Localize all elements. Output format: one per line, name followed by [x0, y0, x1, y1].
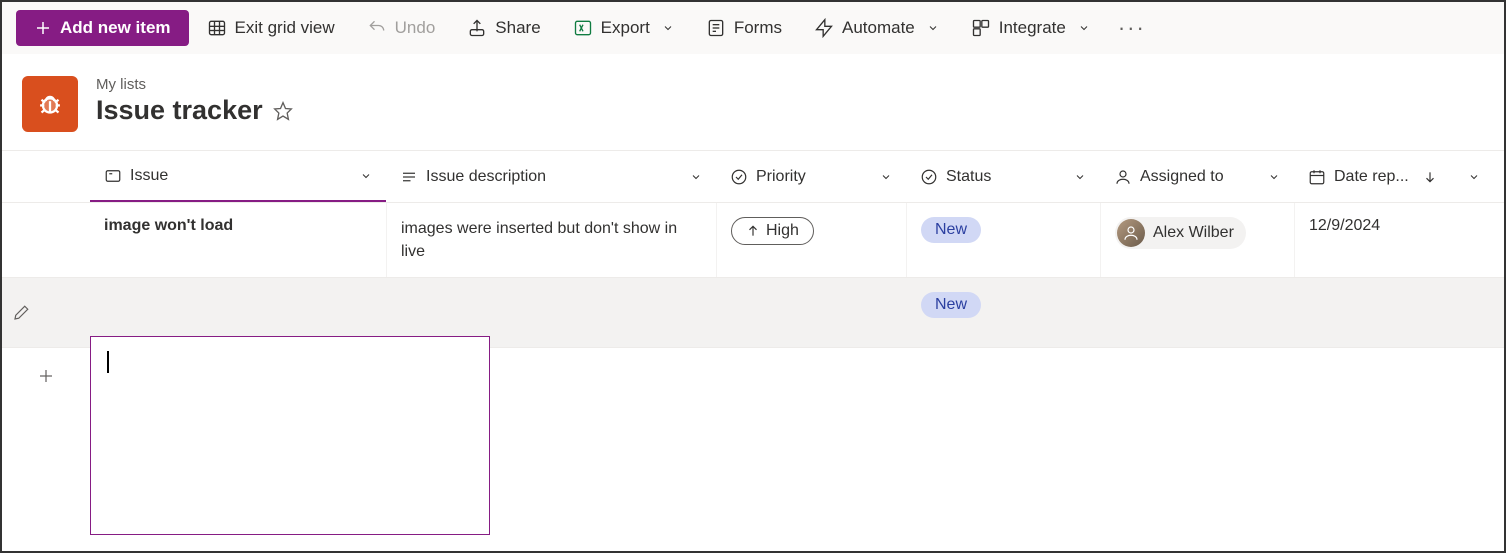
- sort-descending-icon: [1423, 170, 1437, 184]
- chevron-down-icon: [1074, 171, 1086, 183]
- title-column-icon: [104, 167, 122, 185]
- chevron-down-icon: [1078, 22, 1090, 34]
- choice-column-icon: [920, 168, 938, 186]
- column-header-priority[interactable]: Priority: [716, 151, 906, 202]
- grid-header-row: Issue Issue description Priority: [2, 150, 1504, 202]
- add-new-item-label: Add new item: [60, 18, 171, 38]
- integrate-button[interactable]: Integrate: [957, 11, 1104, 45]
- undo-button[interactable]: Undo: [353, 11, 450, 45]
- column-header-assigned[interactable]: Assigned to: [1100, 151, 1294, 202]
- assigned-name: Alex Wilber: [1153, 224, 1234, 242]
- date-column-icon: [1308, 168, 1326, 186]
- row-gutter[interactable]: [2, 278, 90, 347]
- column-header-priority-label: Priority: [756, 168, 806, 186]
- column-header-date[interactable]: Date rep...: [1294, 151, 1494, 202]
- chevron-down-icon: [1268, 171, 1280, 183]
- export-icon: [573, 18, 593, 38]
- favorite-star-button[interactable]: [273, 101, 293, 121]
- choice-column-icon: [730, 168, 748, 186]
- column-header-status[interactable]: Status: [906, 151, 1100, 202]
- forms-button[interactable]: Forms: [692, 11, 796, 45]
- plus-icon[interactable]: [37, 367, 55, 385]
- cell-assigned[interactable]: Alex Wilber: [1100, 203, 1294, 277]
- toolbar: Add new item Exit grid view Undo Share E…: [2, 2, 1504, 54]
- cell-description[interactable]: images were inserted but don't show in l…: [386, 203, 716, 277]
- priority-label: High: [766, 222, 799, 240]
- forms-icon: [706, 18, 726, 38]
- column-header-description-label: Issue description: [426, 168, 546, 186]
- row-gutter[interactable]: [2, 203, 90, 277]
- column-header-date-label: Date rep...: [1334, 168, 1409, 186]
- table-row[interactable]: image won't load images were inserted bu…: [2, 202, 1504, 277]
- column-header-issue-label: Issue: [130, 167, 168, 185]
- status-badge: New: [921, 217, 981, 243]
- gutter-header: [2, 151, 90, 202]
- undo-label: Undo: [395, 18, 436, 38]
- person-column-icon: [1114, 168, 1132, 186]
- undo-icon: [367, 18, 387, 38]
- export-button[interactable]: Export: [559, 11, 688, 45]
- avatar: [1117, 219, 1145, 247]
- more-actions-button[interactable]: ···: [1108, 11, 1156, 45]
- column-header-status-label: Status: [946, 168, 991, 186]
- share-button[interactable]: Share: [453, 11, 554, 45]
- share-icon: [467, 18, 487, 38]
- arrow-up-icon: [746, 224, 760, 238]
- cell-date[interactable]: 12/9/2024: [1294, 203, 1494, 277]
- chevron-down-icon: [880, 171, 892, 183]
- forms-label: Forms: [734, 18, 782, 38]
- automate-icon: [814, 18, 834, 38]
- exit-grid-view-label: Exit grid view: [235, 18, 335, 38]
- cell-date[interactable]: [1294, 278, 1494, 347]
- add-new-item-button[interactable]: Add new item: [16, 10, 189, 46]
- exit-grid-view-button[interactable]: Exit grid view: [193, 11, 349, 45]
- cell-status[interactable]: New: [906, 278, 1100, 347]
- grid-icon: [207, 18, 227, 38]
- automate-label: Automate: [842, 18, 915, 38]
- integrate-icon: [971, 18, 991, 38]
- column-header-issue[interactable]: Issue: [90, 151, 386, 202]
- cell-assigned[interactable]: [1100, 278, 1294, 347]
- cell-issue[interactable]: image won't load: [90, 203, 386, 277]
- list-header: My lists Issue tracker: [2, 54, 1504, 142]
- chevron-down-icon: [1468, 171, 1480, 183]
- export-label: Export: [601, 18, 650, 38]
- column-header-description[interactable]: Issue description: [386, 151, 716, 202]
- integrate-label: Integrate: [999, 18, 1066, 38]
- cell-editor[interactable]: [90, 336, 490, 535]
- cell-priority[interactable]: [716, 278, 906, 347]
- cell-status[interactable]: New: [906, 203, 1100, 277]
- chevron-down-icon: [690, 171, 702, 183]
- chevron-down-icon: [360, 170, 372, 182]
- list-bug-icon: [22, 76, 78, 132]
- person-pill: Alex Wilber: [1115, 217, 1246, 249]
- text-cursor: [107, 351, 109, 373]
- chevron-down-icon: [662, 22, 674, 34]
- automate-button[interactable]: Automate: [800, 11, 953, 45]
- column-header-assigned-label: Assigned to: [1140, 168, 1224, 186]
- chevron-down-icon: [927, 22, 939, 34]
- status-badge: New: [921, 292, 981, 318]
- edit-icon: [12, 304, 30, 322]
- page-title: Issue tracker: [96, 95, 263, 126]
- plus-icon: [34, 19, 52, 37]
- text-column-icon: [400, 168, 418, 186]
- share-label: Share: [495, 18, 540, 38]
- cell-priority[interactable]: High: [716, 203, 906, 277]
- breadcrumb[interactable]: My lists: [96, 76, 293, 93]
